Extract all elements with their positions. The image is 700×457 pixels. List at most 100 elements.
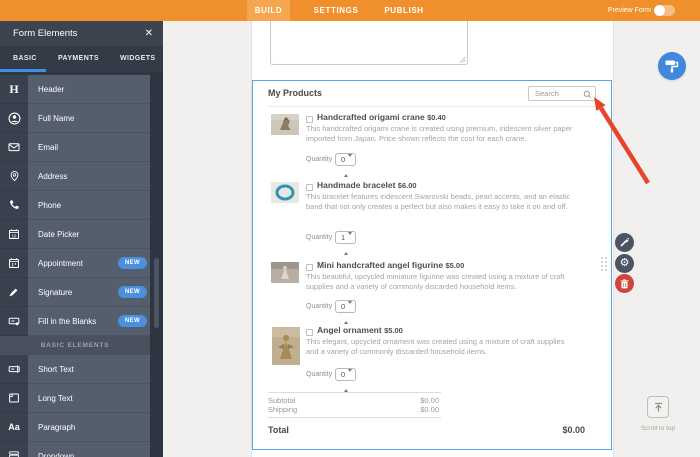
sidebar-scrollbar[interactable] <box>150 72 163 457</box>
long-text-icon <box>0 384 28 413</box>
sidebar-item-dropdown[interactable]: Dropdown <box>0 442 150 457</box>
previous-field-textarea[interactable] <box>270 21 468 65</box>
delete-field-button[interactable] <box>615 274 634 293</box>
product-checkbox[interactable] <box>306 116 313 123</box>
user-icon <box>0 104 28 133</box>
my-products-field[interactable]: My Products Handcrafted origami crane $0… <box>252 80 612 450</box>
tab-publish[interactable]: PUBLISH <box>378 0 430 21</box>
stepper-arrows-icon <box>344 368 352 392</box>
sidebar-item-paragraph[interactable]: Aa Paragraph <box>0 413 150 442</box>
product-description: This beautiful, upcycled miniature figur… <box>306 272 565 291</box>
quantity-select[interactable]: 0 <box>335 153 356 177</box>
quantity-label: Quantity <box>306 303 333 310</box>
sidebar-item-address[interactable]: Address <box>0 162 150 191</box>
close-icon[interactable]: ✕ <box>145 21 153 46</box>
sidebar-item-long-text[interactable]: Long Text <box>0 384 150 413</box>
map-pin-icon <box>0 162 28 191</box>
stepper-arrows-icon <box>344 300 352 324</box>
stepper-arrows-icon <box>344 231 352 255</box>
paint-roller-icon <box>665 60 679 73</box>
divider <box>268 106 597 107</box>
quantity-label: Quantity <box>306 234 333 241</box>
trash-icon <box>620 278 629 288</box>
product-image-origami-crane <box>271 114 299 135</box>
form-designer-button[interactable] <box>658 52 686 80</box>
field-properties-wand-button[interactable] <box>615 233 634 252</box>
scrollbar-thumb[interactable] <box>154 258 159 328</box>
calendar-clock-icon <box>0 249 28 278</box>
sidebar-item-short-text[interactable]: Short Text <box>0 355 150 384</box>
product-description: This handcrafted origami crane is create… <box>306 124 573 143</box>
quantity-select[interactable]: 0 <box>335 368 356 392</box>
scroll-to-top-label: Scroll to top <box>640 425 676 432</box>
sidebar-item-header[interactable]: H Header <box>0 75 150 104</box>
divider <box>268 417 441 418</box>
quantity-select[interactable]: 1 <box>335 231 356 255</box>
product-checkbox[interactable] <box>306 264 313 271</box>
sidebar-item-date-picker[interactable]: 10 Date Picker <box>0 220 150 249</box>
preview-form-toggle[interactable] <box>654 5 675 16</box>
shipping-value: $0.00 <box>420 405 439 414</box>
product-price: $0.40 <box>427 113 446 122</box>
sidebar-item-email[interactable]: Email <box>0 133 150 162</box>
new-badge: NEW <box>118 286 147 298</box>
product-checkbox[interactable] <box>306 184 313 191</box>
total-value: $0.00 <box>562 425 585 435</box>
stepper-arrows-icon <box>344 153 352 177</box>
product-price: $5.00 <box>384 326 403 335</box>
shipping-label: Shipping <box>268 405 298 414</box>
phone-icon <box>0 191 28 220</box>
product-name: Mini handcrafted angel figurine $5.00 <box>317 260 465 270</box>
tab-build[interactable]: BUILD <box>247 0 290 21</box>
product-search-box <box>528 86 596 101</box>
subtotal-value: $0.00 <box>420 396 439 405</box>
short-text-icon <box>0 355 28 384</box>
sidebar-item-full-name[interactable]: Full Name <box>0 104 150 133</box>
arrow-up-icon <box>654 402 662 411</box>
fill-blanks-icon <box>0 307 28 336</box>
top-navbar: BUILD SETTINGS PUBLISH Preview Form <box>0 0 700 21</box>
quantity-select[interactable]: 0 <box>335 300 356 324</box>
product-checkbox[interactable] <box>306 329 313 336</box>
preview-form-label: Preview Form <box>607 7 651 14</box>
product-image-bracelet <box>271 182 299 203</box>
product-image-angel-figurine <box>271 262 299 283</box>
scroll-to-top-button[interactable] <box>647 396 669 418</box>
header-icon: H <box>0 75 28 104</box>
search-icon[interactable] <box>583 90 592 99</box>
envelope-icon <box>0 133 28 162</box>
sidebar-tab-payments[interactable]: PAYMENTS <box>58 46 99 72</box>
product-name: Angel ornament $5.00 <box>317 325 403 335</box>
sidebar-item-phone[interactable]: Phone <box>0 191 150 220</box>
paragraph-icon: Aa <box>0 413 28 442</box>
form-elements-sidebar: Form Elements ✕ BASIC PAYMENTS WIDGETS H… <box>0 21 163 457</box>
product-price: $5.00 <box>445 261 465 270</box>
new-badge: NEW <box>118 315 147 327</box>
svg-text:10: 10 <box>12 233 17 238</box>
sidebar-title: Form Elements <box>13 28 78 39</box>
form-builder-app: BUILD SETTINGS PUBLISH Preview Form Form… <box>0 0 700 457</box>
divider <box>268 392 441 393</box>
sidebar-tabs: BASIC PAYMENTS WIDGETS <box>0 46 163 72</box>
active-tab-underline <box>0 69 46 72</box>
sidebar-header: Form Elements ✕ <box>0 21 163 46</box>
quantity-label: Quantity <box>306 156 333 163</box>
sidebar-section-basic-elements: BASIC ELEMENTS <box>0 336 150 355</box>
product-description: This bracelet features iridescent Swarov… <box>306 192 571 211</box>
sidebar-item-fill-in-the-blanks[interactable]: Fill in the Blanks NEW <box>0 307 150 336</box>
sidebar-item-signature[interactable]: Signature NEW <box>0 278 150 307</box>
drag-handle[interactable] <box>600 256 608 272</box>
pen-icon <box>0 278 28 307</box>
resize-grip-icon[interactable] <box>459 56 466 63</box>
dropdown-icon <box>0 442 28 457</box>
field-settings-button[interactable]: ⚙ <box>615 253 634 273</box>
gear-icon: ⚙ <box>619 256 630 269</box>
product-name: Handcrafted origami crane $0.40 <box>317 112 446 122</box>
calendar-icon: 10 <box>0 220 28 249</box>
product-image-angel-ornament <box>272 327 300 365</box>
sidebar-tab-widgets[interactable]: WIDGETS <box>120 46 155 72</box>
tab-settings[interactable]: SETTINGS <box>305 0 367 21</box>
sidebar-item-appointment[interactable]: Appointment NEW <box>0 249 150 278</box>
subtotal-label: Subtotal <box>268 396 296 405</box>
quantity-label: Quantity <box>306 371 333 378</box>
